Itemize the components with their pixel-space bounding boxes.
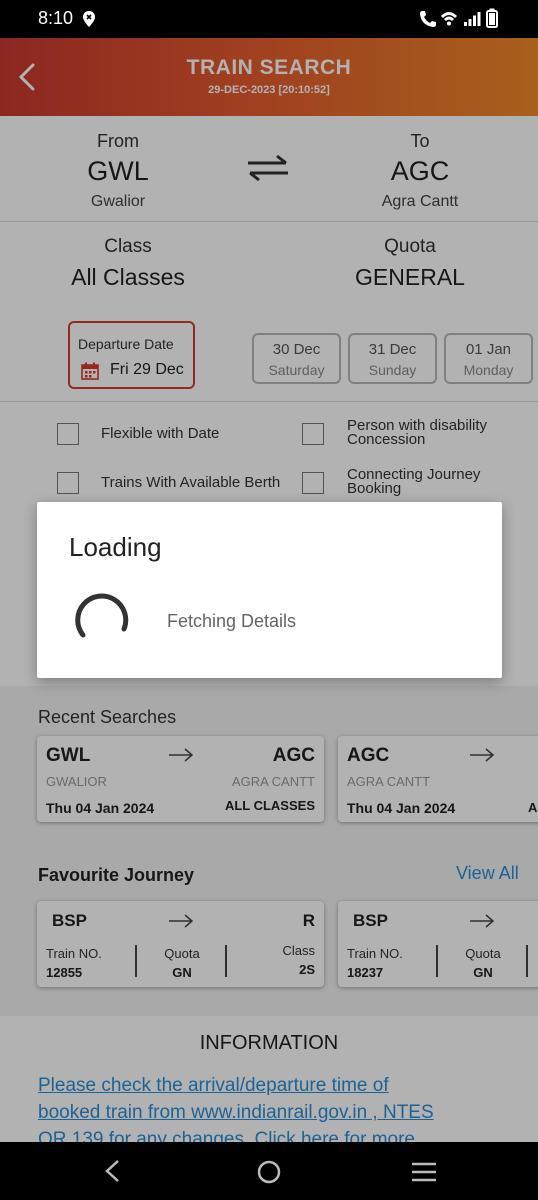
nav-home-icon[interactable] <box>256 1159 282 1185</box>
signal-icon <box>464 12 481 26</box>
wifi-call-icon <box>420 11 436 27</box>
loading-dialog: Loading Fetching Details <box>37 502 502 678</box>
dialog-title: Loading <box>69 532 162 562</box>
wifi-icon <box>441 12 457 26</box>
system-nav-bar <box>0 1142 538 1200</box>
status-bar: 8:10 <box>0 0 538 38</box>
status-time: 8:10 <box>38 8 74 28</box>
nav-back-icon[interactable] <box>101 1159 123 1183</box>
loading-spinner-icon <box>75 593 129 638</box>
nav-menu-icon[interactable] <box>410 1161 438 1183</box>
dialog-message: Fetching Details <box>167 611 297 631</box>
battery-icon <box>486 8 498 28</box>
location-pin-icon <box>83 11 95 27</box>
